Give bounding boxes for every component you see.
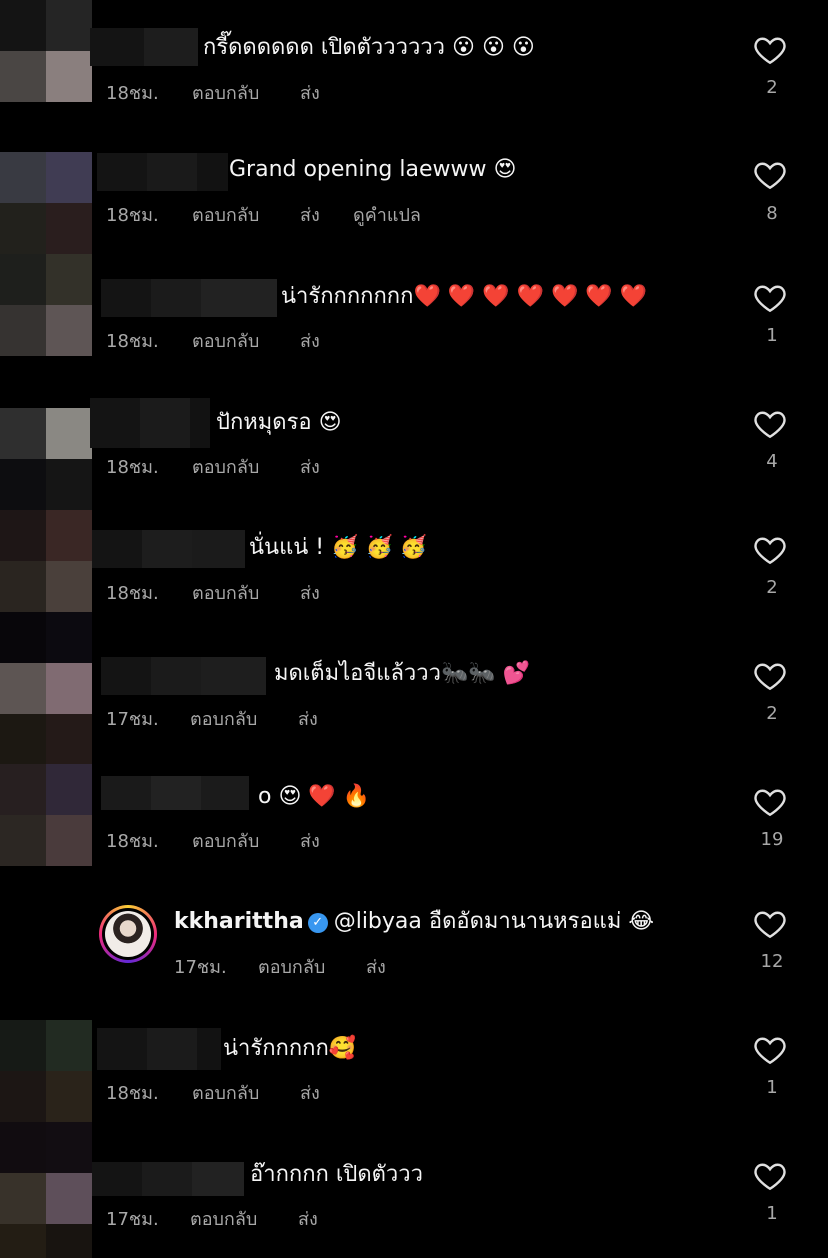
reply-button[interactable]: ตอบกลับ (192, 200, 259, 229)
heart-outline-icon (754, 789, 786, 817)
like-button[interactable] (752, 532, 792, 572)
avatar[interactable] (0, 764, 92, 866)
avatar[interactable] (99, 905, 157, 963)
like-count: 2 (766, 577, 778, 598)
send-button[interactable]: ส่ง (300, 578, 320, 607)
like-button[interactable] (752, 658, 792, 698)
comment-text: มดเต็มไอจีแล้ววว🐜🐜 💕 (274, 661, 531, 686)
username-blurred[interactable] (101, 776, 249, 810)
comment-time: 18ชม. (106, 583, 159, 604)
comment-text: Grand opening laewww 😍 (229, 157, 517, 182)
comment-time: 18ชม. (106, 457, 159, 478)
like-count: 12 (760, 951, 784, 972)
avatar[interactable] (0, 0, 92, 102)
reply-button[interactable]: ตอบกลับ (190, 1204, 257, 1233)
like-count: 2 (766, 703, 778, 724)
like-button[interactable] (752, 32, 792, 72)
username-blurred[interactable] (92, 530, 245, 568)
reply-button[interactable]: ตอบกลับ (192, 78, 259, 107)
send-button[interactable]: ส่ง (300, 326, 320, 355)
comment-time: 18ชม. (106, 1083, 159, 1104)
like-count: 19 (760, 829, 784, 850)
username-blurred[interactable] (101, 657, 266, 695)
avatar[interactable] (0, 1122, 92, 1258)
reply-button[interactable]: ตอบกลับ (192, 452, 259, 481)
like-count: 1 (766, 1077, 778, 1098)
avatar[interactable] (0, 254, 92, 356)
send-button[interactable]: ส่ง (300, 200, 320, 229)
heart-outline-icon (754, 663, 786, 691)
send-button[interactable]: ส่ง (300, 826, 320, 855)
heart-outline-icon (754, 37, 786, 65)
reply-button[interactable]: ตอบกลับ (192, 826, 259, 855)
avatar[interactable] (0, 612, 92, 764)
send-button[interactable]: ส่ง (298, 1204, 318, 1233)
comment-time: 17ชม. (106, 709, 159, 730)
comment-text: น่ารักกกกกกก❤️ ❤️ ❤️ ❤️ ❤️ ❤️ ❤️ (281, 284, 648, 309)
comment-text: @libyaa อืดอัดมานานหรอแม่ 😂 (333, 909, 655, 934)
like-count: 1 (766, 1203, 778, 1224)
like-count: 1 (766, 325, 778, 346)
username-blurred[interactable] (90, 28, 198, 66)
like-count: 2 (766, 77, 778, 98)
heart-outline-icon (754, 411, 786, 439)
like-button[interactable] (752, 784, 792, 824)
comment-text: อ๊ากกกก เปิดตัววว (250, 1162, 423, 1187)
comment-time: 18ชม. (106, 83, 159, 104)
comment-time: 17ชม. (174, 957, 227, 978)
send-button[interactable]: ส่ง (366, 952, 386, 981)
comment-time: 18ชม. (106, 205, 159, 226)
comment-time: 18ชม. (106, 831, 159, 852)
heart-outline-icon (754, 537, 786, 565)
reply-button[interactable]: ตอบกลับ (192, 578, 259, 607)
like-button[interactable] (752, 406, 792, 446)
heart-outline-icon (754, 911, 786, 939)
reply-button[interactable]: ตอบกลับ (190, 704, 257, 733)
comment-text: นั่นแน่ ! 🥳 🥳 🥳 (249, 535, 428, 560)
heart-outline-icon (754, 1037, 786, 1065)
comment-text: ปักหมุดรอ 😍 (216, 410, 342, 435)
send-button[interactable]: ส่ง (298, 704, 318, 733)
like-button[interactable] (752, 280, 792, 320)
username-blurred[interactable] (90, 398, 210, 448)
heart-outline-icon (754, 162, 786, 190)
comments-list: กรี๊ดดดดดด เปิดตัวววววว 😮 😮 😮 18ชม. ตอบก… (0, 0, 828, 1258)
like-button[interactable] (752, 906, 792, 946)
reply-button[interactable]: ตอบกลับ (192, 326, 259, 355)
reply-button[interactable]: ตอบกลับ (192, 1078, 259, 1107)
username-blurred[interactable] (97, 153, 228, 191)
avatar[interactable] (0, 1020, 92, 1122)
send-button[interactable]: ส่ง (300, 1078, 320, 1107)
verified-badge-icon: ✓ (307, 913, 328, 933)
username-blurred[interactable] (97, 1028, 221, 1070)
username[interactable]: kkharittha (174, 909, 304, 934)
like-button[interactable] (752, 157, 792, 197)
comment-text: o 😍 ❤️ 🔥 (258, 784, 371, 809)
avatar[interactable] (0, 408, 92, 510)
username-blurred[interactable] (92, 1162, 244, 1196)
send-button[interactable]: ส่ง (300, 452, 320, 481)
comment-line: kkharittha ✓ @libyaa อืดอัดมานานหรอแม่ 😂 (174, 907, 654, 937)
heart-outline-icon (754, 1163, 786, 1191)
avatar[interactable] (0, 510, 92, 612)
like-button[interactable] (752, 1158, 792, 1198)
username-blurred[interactable] (101, 279, 277, 317)
avatar-photo (105, 911, 151, 957)
comment-text: กรี๊ดดดดดด เปิดตัวววววว 😮 😮 😮 (203, 35, 535, 60)
send-button[interactable]: ส่ง (300, 78, 320, 107)
like-button[interactable] (752, 1032, 792, 1072)
comment-time: 18ชม. (106, 331, 159, 352)
avatar[interactable] (0, 152, 92, 254)
like-count: 4 (766, 451, 778, 472)
reply-button[interactable]: ตอบกลับ (258, 952, 325, 981)
like-count: 8 (766, 203, 778, 224)
heart-outline-icon (754, 285, 786, 313)
comment-text: น่ารักกกกก🥰 (223, 1036, 357, 1061)
translate-button[interactable]: ดูคำแปล (353, 200, 421, 229)
avatar-border (102, 908, 154, 960)
comment-time: 17ชม. (106, 1209, 159, 1230)
